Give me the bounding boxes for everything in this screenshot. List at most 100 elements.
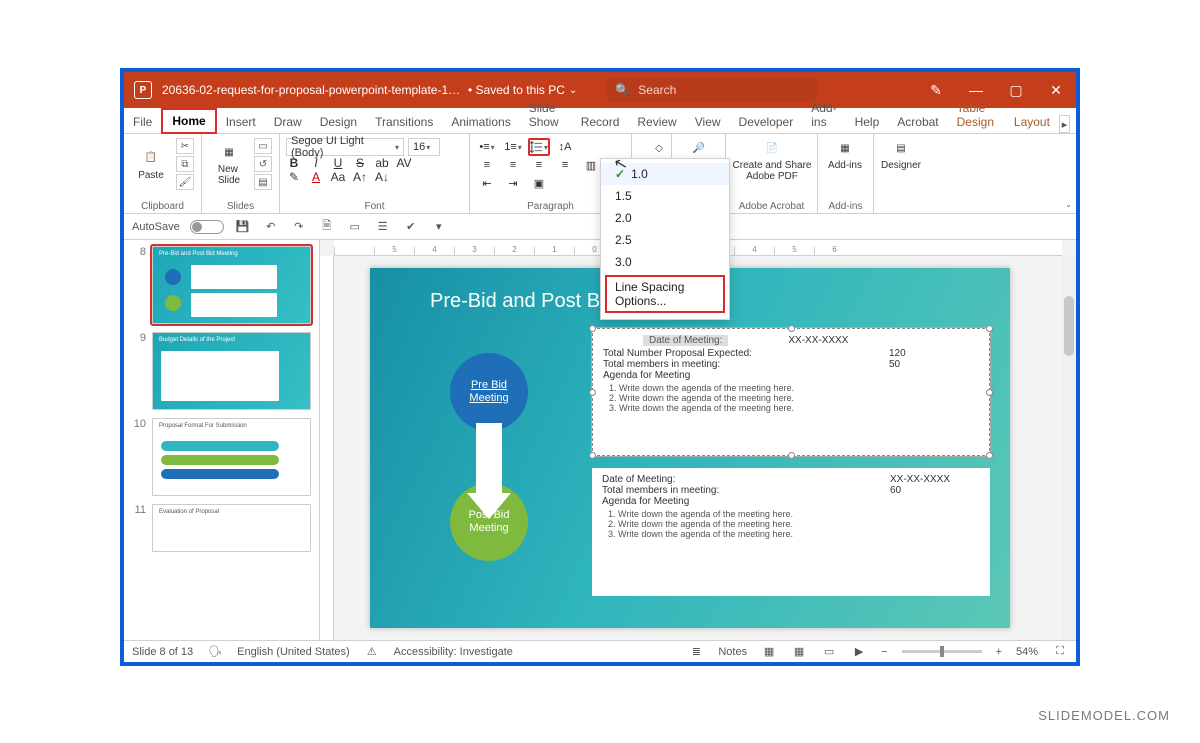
- thumbnail-slide-8[interactable]: Pre-Bid and Post Bid Meeting: [152, 246, 311, 324]
- increase-indent-button[interactable]: ⇥: [502, 174, 524, 192]
- collapse-ribbon-icon[interactable]: ⌄: [1065, 200, 1072, 209]
- line-spacing-3-0[interactable]: 3.0: [601, 251, 729, 273]
- document-title[interactable]: 20636-02-request-for-proposal-powerpoint…: [162, 83, 462, 97]
- line-spacing-options[interactable]: Line Spacing Options...: [605, 275, 725, 313]
- chevron-down-icon[interactable]: ⌄: [569, 85, 577, 96]
- group-addins: ▦ Add-ins Add-ins: [818, 134, 874, 214]
- tab-animations[interactable]: Animations: [442, 111, 519, 133]
- zoom-in-button[interactable]: +: [996, 646, 1002, 658]
- tab-file[interactable]: File: [124, 111, 161, 133]
- group-clipboard: 📋 Paste ✂ ⧉ 🖌 Clipboard: [124, 134, 202, 214]
- strikethrough-button[interactable]: S: [352, 156, 368, 170]
- notes-button[interactable]: Notes: [718, 646, 747, 658]
- autosave-toggle[interactable]: [190, 220, 224, 234]
- shrink-font-button[interactable]: A↓: [374, 170, 390, 184]
- line-spacing-2-0[interactable]: 2.0: [601, 207, 729, 229]
- tab-home[interactable]: Home: [161, 108, 216, 134]
- copy-icon[interactable]: ⧉: [176, 156, 194, 172]
- tab-layout[interactable]: Layout: [1005, 111, 1059, 133]
- numbering-button[interactable]: 1≡▾: [502, 138, 524, 156]
- save-state[interactable]: • Saved to this PC: [468, 83, 565, 97]
- tab-insert[interactable]: Insert: [217, 111, 265, 133]
- change-case-button[interactable]: Aa: [330, 170, 346, 184]
- redo-icon[interactable]: ↷: [290, 218, 308, 236]
- convert-smartart-button[interactable]: ▣: [528, 174, 550, 192]
- line-spacing-1-5[interactable]: 1.5: [601, 185, 729, 207]
- post-bid-table[interactable]: Date of Meeting:XX-XX-XXXX Total members…: [592, 468, 990, 596]
- tab-record[interactable]: Record: [572, 111, 629, 133]
- ribbon-expand-icon[interactable]: ▸: [1059, 115, 1070, 133]
- tab-review[interactable]: Review: [628, 111, 685, 133]
- more-commands-icon[interactable]: ▾: [430, 218, 448, 236]
- tab-transitions[interactable]: Transitions: [366, 111, 442, 133]
- cut-icon[interactable]: ✂: [176, 138, 194, 154]
- tab-slideshow[interactable]: Slide Show: [520, 97, 572, 133]
- line-spacing-button[interactable]: ▾: [528, 138, 550, 156]
- font-size-select[interactable]: 16▾: [408, 138, 440, 156]
- slide-counter[interactable]: Slide 8 of 13: [132, 646, 193, 658]
- touch-mode-icon[interactable]: ☰: [374, 218, 392, 236]
- addins-button[interactable]: ▦ Add-ins: [824, 138, 866, 171]
- decrease-indent-button[interactable]: ⇤: [476, 174, 498, 192]
- down-arrow-shape[interactable]: [473, 423, 505, 543]
- pre-bid-bubble[interactable]: Pre Bid Meeting: [450, 353, 528, 431]
- bullets-button[interactable]: •≡▾: [476, 138, 498, 156]
- quick-print-icon[interactable]: 🗎: [318, 218, 336, 236]
- language-label[interactable]: English (United States): [237, 646, 350, 658]
- character-spacing-button[interactable]: AV: [396, 156, 412, 170]
- tab-table-design[interactable]: Table Design: [948, 97, 1005, 133]
- sorter-view-icon[interactable]: ▦: [791, 645, 807, 659]
- watermark: SLIDEMODEL.COM: [1038, 708, 1170, 723]
- highlight-button[interactable]: ✎: [286, 170, 302, 184]
- columns-button[interactable]: ▥: [580, 156, 602, 174]
- create-share-pdf-button[interactable]: 📄 Create and Share Adobe PDF: [732, 138, 812, 182]
- from-beginning-icon[interactable]: ▭: [346, 218, 364, 236]
- layout-icon[interactable]: ▭: [254, 138, 272, 154]
- tab-design[interactable]: Design: [311, 111, 366, 133]
- reading-view-icon[interactable]: ▭: [821, 645, 837, 659]
- fit-to-window-icon[interactable]: ⛶: [1052, 645, 1068, 659]
- tab-view[interactable]: View: [686, 111, 730, 133]
- undo-icon[interactable]: ↶: [262, 218, 280, 236]
- vertical-scrollbar[interactable]: [1062, 256, 1076, 640]
- accessibility-label[interactable]: Accessibility: Investigate: [394, 646, 513, 658]
- pre-bid-table[interactable]: Date of Meeting:XX-XX-XXXX Total Number …: [592, 328, 990, 456]
- save-icon[interactable]: 💾: [234, 218, 252, 236]
- format-painter-icon[interactable]: 🖌: [176, 174, 194, 190]
- grow-font-button[interactable]: A↑: [352, 170, 368, 184]
- justify-button[interactable]: ≡: [554, 156, 576, 174]
- bold-button[interactable]: B: [286, 156, 302, 170]
- search-box[interactable]: 🔍: [607, 78, 817, 102]
- font-family-select[interactable]: Segoe UI Light (Body)▾: [286, 138, 404, 156]
- reset-icon[interactable]: ↺: [254, 156, 272, 172]
- zoom-out-button[interactable]: −: [881, 646, 887, 658]
- shadow-button[interactable]: ab: [374, 156, 390, 170]
- paste-button[interactable]: 📋 Paste: [130, 148, 172, 181]
- new-slide-button[interactable]: ▦ New Slide: [208, 142, 250, 186]
- line-spacing-2-5[interactable]: 2.5: [601, 229, 729, 251]
- align-left-button[interactable]: ≡: [476, 156, 498, 174]
- tab-addins[interactable]: Add-ins: [802, 97, 845, 133]
- underline-button[interactable]: U: [330, 156, 346, 170]
- italic-button[interactable]: I: [308, 156, 324, 170]
- thumbnail-slide-10[interactable]: Proposal Format For Submission: [152, 418, 311, 496]
- thumbnail-slide-9[interactable]: Budget Details of the Project: [152, 332, 311, 410]
- tab-draw[interactable]: Draw: [265, 111, 311, 133]
- search-input[interactable]: [636, 82, 809, 98]
- zoom-slider[interactable]: [902, 650, 982, 653]
- close-button[interactable]: ✕: [1036, 72, 1076, 108]
- tab-help[interactable]: Help: [846, 111, 889, 133]
- slideshow-view-icon[interactable]: ▶: [851, 645, 867, 659]
- font-color-button[interactable]: A: [308, 170, 324, 184]
- text-direction-button[interactable]: ↕A: [554, 138, 576, 156]
- section-icon[interactable]: ▤: [254, 174, 272, 190]
- tab-developer[interactable]: Developer: [730, 111, 803, 133]
- designer-button[interactable]: ▤ Designer: [880, 138, 922, 171]
- zoom-level[interactable]: 54%: [1016, 646, 1038, 658]
- align-center-button[interactable]: ≡: [502, 156, 524, 174]
- spell-check-icon[interactable]: ✔: [402, 218, 420, 236]
- normal-view-icon[interactable]: ▦: [761, 645, 777, 659]
- align-right-button[interactable]: ≡: [528, 156, 550, 174]
- thumbnail-slide-11[interactable]: Evaluation of Proposal: [152, 504, 311, 552]
- tab-acrobat[interactable]: Acrobat: [888, 111, 947, 133]
